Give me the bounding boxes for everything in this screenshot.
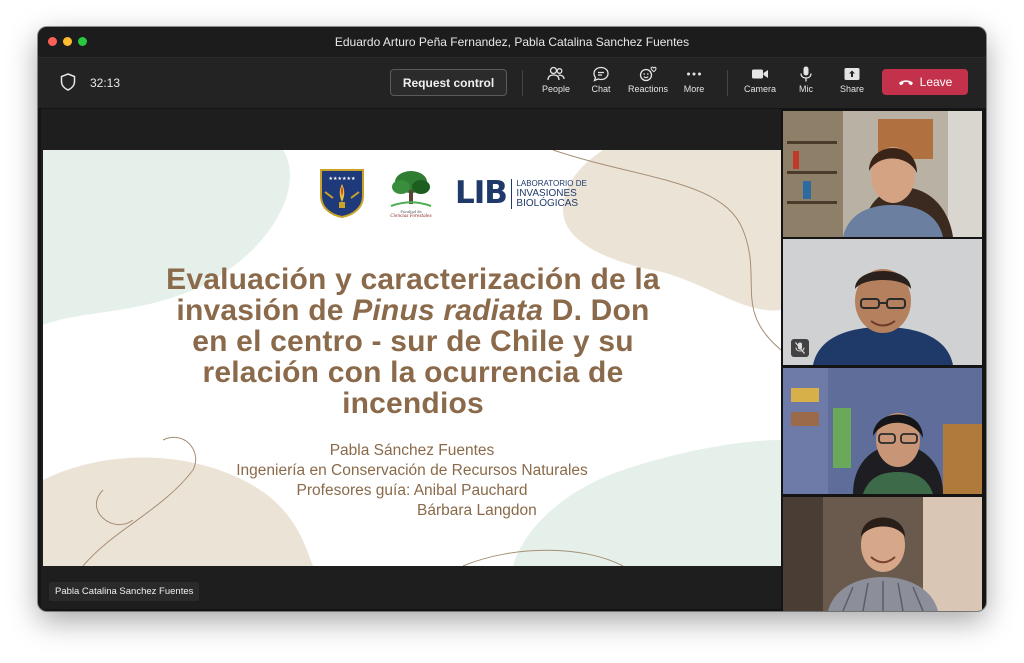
request-control-button[interactable]: Request control (390, 69, 507, 96)
people-button[interactable]: People (531, 66, 581, 94)
meeting-timer: 32:13 (90, 76, 121, 90)
reactions-icon (639, 66, 657, 82)
forestry-faculty-logo: Facultad de Ciencias Forestales (390, 171, 432, 218)
chat-icon (593, 66, 609, 82)
slide-title-line-5: incendios (342, 387, 484, 420)
presenter-name-tag: Pabla Catalina Sanchez Fuentes (49, 582, 200, 601)
more-button[interactable]: More (669, 66, 719, 94)
lib-logo: LIB LABORATORIO DE INVASIONES BIOLÓGICAS (455, 178, 587, 209)
more-label: More (683, 84, 705, 94)
mic-label: Mic (799, 84, 813, 94)
mic-muted-icon (795, 342, 805, 354)
university-crest-logo: ★★★★★★ (320, 169, 364, 218)
mic-button[interactable]: Mic (781, 66, 831, 94)
slide-title-line-2: invasión de Pinus radiata D. Don (103, 295, 723, 326)
camera-button[interactable]: Camera (735, 66, 785, 94)
slide-advisor-2: Bárbara Langdon (417, 502, 537, 519)
lib-logo-line2: INVASIONES (516, 187, 577, 199)
leave-label: Leave (919, 75, 953, 89)
reactions-label: Reactions (627, 84, 669, 94)
camera-label: Camera (743, 84, 776, 94)
muted-indicator (791, 339, 809, 357)
slide-logos: ★★★★★★ Facultad de Ciencias Forestales L… (317, 168, 587, 218)
meeting-toolbar: 32:13 Request control People Chat Reacti… (38, 58, 986, 108)
share-label: Share (839, 84, 865, 94)
leave-button[interactable]: Leave (882, 69, 968, 95)
title-bar: Eduardo Arturo Peña Fernandez, Pabla Cat… (38, 27, 986, 58)
participant-video-tile[interactable] (783, 497, 982, 611)
participant-video-tile[interactable] (783, 111, 982, 237)
lib-logo-line3: BIOLÓGICAS (516, 197, 579, 209)
title-line-2-prefix: invasión de (176, 294, 353, 327)
participant-video-tile[interactable] (783, 368, 982, 494)
reactions-button[interactable]: Reactions (623, 66, 673, 94)
slide-program: Ingeniería en Conservación de Recursos N… (236, 462, 588, 479)
share-screen-icon (844, 68, 860, 80)
participant-video-feed (783, 368, 982, 494)
camera-icon (752, 69, 768, 79)
meeting-window: Eduardo Arturo Peña Fernandez, Pabla Cat… (38, 27, 986, 611)
people-icon (547, 66, 565, 81)
shield-icon[interactable] (60, 73, 76, 91)
slide-author: Pabla Sánchez Fuentes (329, 442, 495, 459)
toolbar-divider (727, 70, 728, 96)
window-title: Eduardo Arturo Peña Fernandez, Pabla Cat… (334, 35, 690, 49)
chat-label: Chat (591, 84, 611, 94)
chat-button[interactable]: Chat (576, 66, 626, 94)
participant-video-feed (783, 111, 982, 237)
slide-advisors: Profesores guía: Anibal Pauchard (296, 482, 528, 499)
share-button[interactable]: Share (827, 66, 877, 94)
svg-text:Ciencias Forestales: Ciencias Forestales (390, 213, 431, 218)
svg-text:★★★★★★: ★★★★★★ (329, 176, 356, 182)
slide-title: Evaluación y caracterización de la invas… (103, 264, 723, 419)
participant-video-feed (783, 497, 982, 611)
slide-title-line-4: relación con la ocurrencia de (202, 356, 624, 389)
lib-logo-mark: LIB (455, 175, 508, 211)
participant-video-feed (783, 239, 982, 365)
toolbar-divider (522, 70, 523, 96)
microphone-icon (800, 66, 812, 82)
participant-video-tile[interactable] (783, 239, 982, 365)
title-line-2-suffix: D. Don (543, 294, 650, 327)
shared-screen-area: ★★★★★★ Facultad de Ciencias Forestales L… (41, 109, 781, 609)
shared-slide: ★★★★★★ Facultad de Ciencias Forestales L… (43, 150, 781, 566)
hang-up-icon (898, 80, 913, 86)
species-name: Pinus radiata (352, 294, 544, 327)
slide-title-line-3: en el centro - sur de Chile y su (192, 325, 634, 358)
people-label: People (541, 84, 571, 94)
lib-logo-line1: LABORATORIO DE (516, 178, 587, 188)
more-icon (687, 72, 701, 76)
slide-title-line-1: Evaluación y caracterización de la (166, 263, 660, 296)
